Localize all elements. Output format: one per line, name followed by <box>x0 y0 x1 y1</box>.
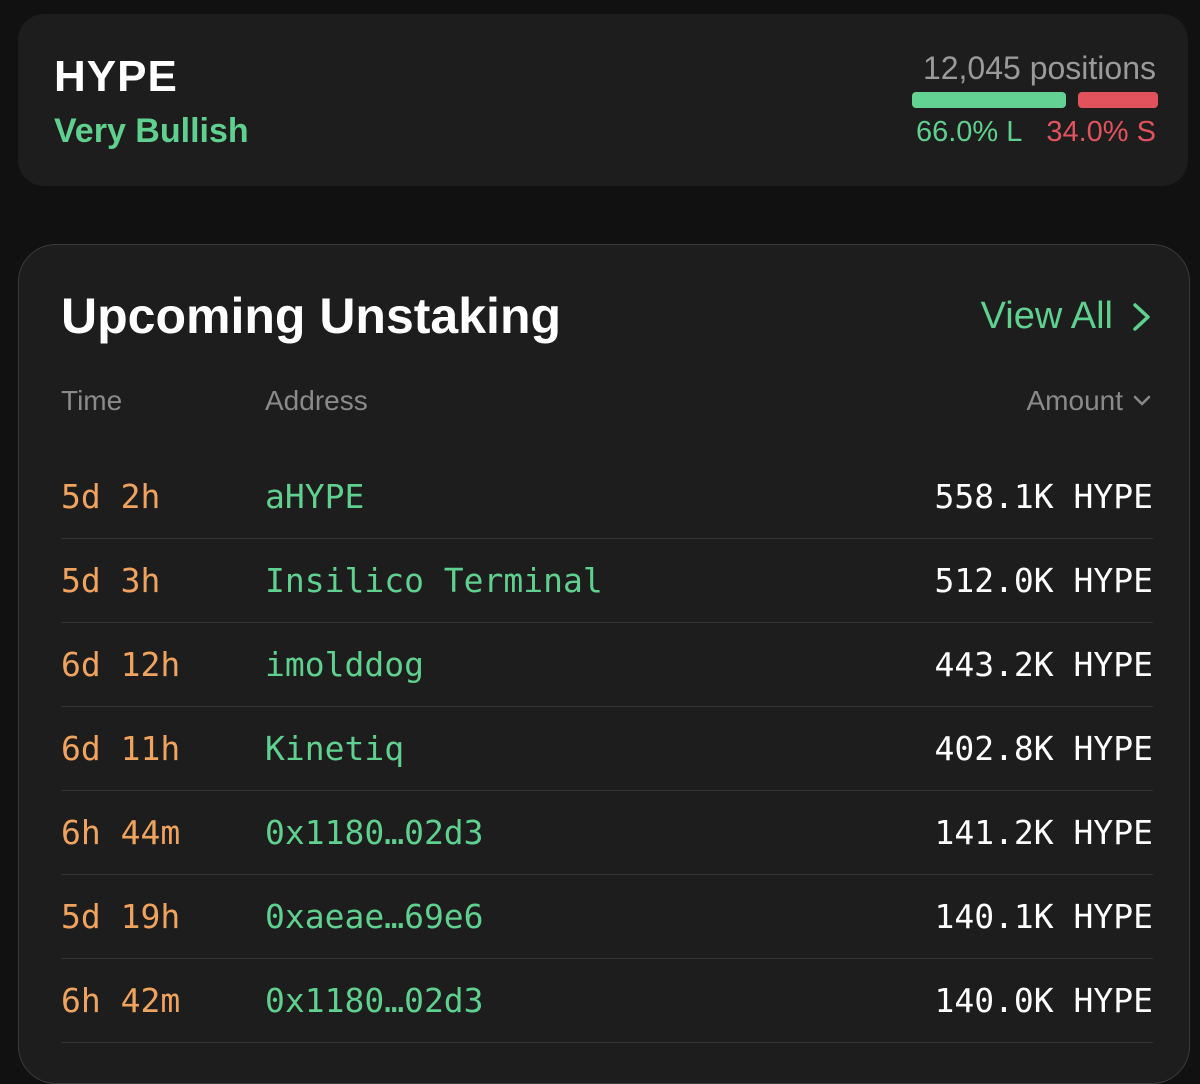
address-cell[interactable]: 0xaeae…69e6 <box>265 897 484 936</box>
short-bar <box>1078 92 1158 108</box>
long-bar <box>912 92 1066 108</box>
address-cell[interactable]: Insilico Terminal <box>265 561 603 600</box>
table-row[interactable]: 5d 3h Insilico Terminal 512.0K HYPE <box>61 539 1153 623</box>
amount-cell: 443.2K HYPE <box>934 645 1153 684</box>
table-row[interactable]: 6h 42m 0x1180…02d3 140.0K HYPE <box>61 959 1153 1043</box>
amount-cell: 141.2K HYPE <box>934 813 1153 852</box>
table-row[interactable]: 6d 11h Kinetiq 402.8K HYPE <box>61 707 1153 791</box>
time-cell: 5d 19h <box>61 897 181 936</box>
table-row[interactable]: 5d 19h 0xaeae…69e6 140.1K HYPE <box>61 875 1153 959</box>
amount-cell: 140.0K HYPE <box>934 981 1153 1020</box>
view-all-link[interactable]: View All <box>981 295 1153 338</box>
token-sentiment-card: HYPE Very Bullish 12,045 positions 66.0%… <box>18 14 1188 186</box>
upcoming-unstaking-card: Upcoming Unstaking View All Time Address… <box>18 244 1190 1084</box>
positions-count: 12,045 positions <box>922 50 1156 86</box>
address-cell[interactable]: imolddog <box>265 645 424 684</box>
long-short-percentages: 66.0% L 34.0% S <box>916 116 1156 149</box>
time-cell: 5d 3h <box>61 561 161 600</box>
view-all-label: View All <box>980 295 1113 337</box>
table-row[interactable]: 5d 2h aHYPE 558.1K HYPE <box>61 455 1153 539</box>
long-short-bar <box>912 92 1158 108</box>
address-cell[interactable]: aHYPE <box>265 477 364 516</box>
table-row[interactable]: 6h 44m 0x1180…02d3 141.2K HYPE <box>61 791 1153 875</box>
amount-cell: 140.1K HYPE <box>934 897 1153 936</box>
chevron-down-icon <box>1133 395 1151 406</box>
time-cell: 6h 44m <box>61 813 181 852</box>
column-header-time: Time <box>61 385 123 416</box>
amount-cell: 512.0K HYPE <box>934 561 1153 600</box>
time-cell: 6d 12h <box>61 645 181 684</box>
amount-header-label: Amount <box>1026 385 1124 416</box>
address-cell[interactable]: 0x1180…02d3 <box>265 813 484 852</box>
time-cell: 6d 11h <box>61 729 181 768</box>
time-cell: 5d 2h <box>61 477 161 516</box>
amount-cell: 558.1K HYPE <box>934 477 1153 516</box>
unstaking-table: 5d 2h aHYPE 558.1K HYPE 5d 3h Insilico T… <box>61 455 1153 1043</box>
column-header-address: Address <box>265 385 368 416</box>
table-row[interactable]: 6d 12h imolddog 443.2K HYPE <box>61 623 1153 707</box>
address-cell[interactable]: 0x1180…02d3 <box>265 981 484 1020</box>
short-percentage: 34.0% S <box>1046 116 1156 148</box>
time-cell: 6h 42m <box>61 981 181 1020</box>
amount-cell: 402.8K HYPE <box>934 729 1153 768</box>
chevron-right-icon <box>1133 302 1150 331</box>
address-cell[interactable]: Kinetiq <box>265 729 404 768</box>
long-percentage: 66.0% L <box>915 116 1023 148</box>
section-title: Upcoming Unstaking <box>61 288 562 344</box>
sentiment-label: Very Bullish <box>54 112 249 150</box>
column-header-amount[interactable]: Amount <box>1027 385 1152 417</box>
token-name: HYPE <box>54 52 178 101</box>
